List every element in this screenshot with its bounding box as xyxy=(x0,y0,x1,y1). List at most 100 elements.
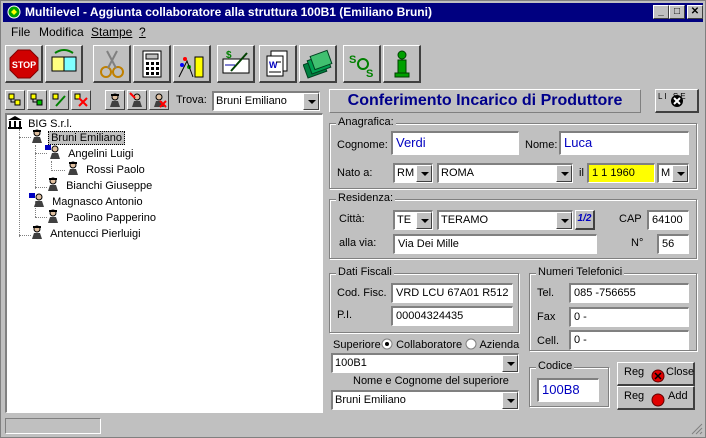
radio-collaboratore[interactable]: Collaboratore xyxy=(381,338,462,351)
chemistry-button[interactable] xyxy=(173,45,211,83)
chevron-down-icon[interactable] xyxy=(502,355,518,372)
stop-button[interactable]: STOP xyxy=(5,45,43,83)
tree-node[interactable]: Bianchi Giuseppe xyxy=(45,177,154,193)
menu-stampe[interactable]: Stampe xyxy=(91,25,132,39)
nascita-provincia-value: RM xyxy=(397,167,415,179)
tree-node[interactable]: Angelini Luigi xyxy=(45,145,136,161)
sos-button[interactable]: S S xyxy=(343,45,381,83)
via-field[interactable]: Via Dei Mille xyxy=(393,234,597,254)
menu-modifica[interactable]: Modifica xyxy=(39,25,84,39)
check-button[interactable]: $ xyxy=(217,45,255,83)
close-window-button[interactable]: ✕ xyxy=(687,5,703,19)
nome-label: Nome: xyxy=(525,139,558,151)
chevron-down-icon[interactable] xyxy=(502,392,518,409)
tree-node[interactable]: Bruni Emiliano xyxy=(29,129,125,145)
cognome-label: Cognome: xyxy=(337,139,388,151)
radio-azienda[interactable]: Azienda xyxy=(465,338,519,351)
agent-icon xyxy=(29,193,44,207)
reg-close-label-b: Close xyxy=(666,366,695,378)
nascita-comune-value: ROMA xyxy=(441,167,474,179)
tree-node[interactable]: Paolino Papperino xyxy=(45,209,158,225)
tree-node[interactable]: Rossi Paolo xyxy=(65,161,147,177)
calculator-button[interactable] xyxy=(133,45,171,83)
tree-expand-icon xyxy=(8,93,21,106)
reg-add-label-b: Add xyxy=(668,390,688,402)
chevron-down-icon[interactable] xyxy=(416,165,432,182)
find-combo[interactable]: Bruni Emiliano xyxy=(212,91,320,111)
reg-add-button[interactable]: Reg Add xyxy=(617,386,695,410)
status-bar xyxy=(5,418,101,434)
menu-bar: File Modifica Stampe ? xyxy=(3,23,703,41)
minimize-button[interactable]: _ xyxy=(653,5,669,19)
sos-icon: S S xyxy=(349,54,373,79)
superiore-nome-combo[interactable]: Bruni Emiliano xyxy=(331,390,519,410)
close-form-button[interactable]: LI SE xyxy=(655,89,699,113)
superiore-codice-combo[interactable]: 100B1 xyxy=(331,353,519,373)
document-icon: W xyxy=(266,50,288,77)
via-label: alla via: xyxy=(339,237,377,249)
chevron-down-icon[interactable] xyxy=(556,165,572,182)
data-nascita-field[interactable]: 1 1 1960 xyxy=(587,163,655,183)
find-value: Bruni Emiliano xyxy=(216,95,287,107)
check-icon: $ xyxy=(222,50,250,74)
nascita-provincia-combo[interactable]: RM xyxy=(393,163,433,183)
stop-icon: STOP xyxy=(9,49,39,79)
codice-field[interactable]: 100B8 xyxy=(537,378,599,402)
tree-expand-button[interactable] xyxy=(5,90,25,110)
money-button[interactable] xyxy=(299,45,337,83)
resize-grip-icon[interactable] xyxy=(691,423,703,435)
reg-close-button[interactable]: Reg Close xyxy=(617,362,695,386)
chevron-down-icon[interactable] xyxy=(416,212,432,229)
tree-collapse-icon xyxy=(30,93,43,106)
tel-field[interactable]: 085 -756655 xyxy=(569,283,689,303)
cap-field[interactable]: 64100 xyxy=(647,210,689,230)
residenza-comune-combo[interactable]: TERAMO xyxy=(437,210,573,230)
nascita-comune-combo[interactable]: ROMA xyxy=(437,163,573,183)
fax-field[interactable]: 0 - xyxy=(569,307,689,327)
window-title: Multilevel - Aggiunta collaboratore alla… xyxy=(25,5,432,19)
structure-tree[interactable]: BIG S.r.l. Bruni Emiliano Angelini Luigi… xyxy=(5,113,323,413)
radio-azienda-label: Azienda xyxy=(479,339,520,351)
link-icon xyxy=(51,49,77,72)
menu-help[interactable]: ? xyxy=(139,25,146,39)
tree-node[interactable]: Magnasco Antonio xyxy=(29,193,145,209)
cf-label: Cod. Fisc. xyxy=(337,287,387,299)
app-icon xyxy=(7,5,21,19)
cf-field[interactable]: VRD LCU 67A01 R512 xyxy=(391,283,513,303)
link-button[interactable] xyxy=(45,45,83,83)
half-button[interactable]: 1/2 xyxy=(575,210,595,230)
agent-add-button[interactable] xyxy=(127,90,147,110)
tree-node-label: Magnasco Antonio xyxy=(52,196,143,208)
nome-field[interactable]: Luca xyxy=(559,131,689,155)
maximize-button[interactable]: □ xyxy=(669,5,685,19)
il-label: il xyxy=(579,167,584,179)
agent-remove-button[interactable] xyxy=(149,90,169,110)
tree-delete-button[interactable] xyxy=(71,90,91,110)
chevron-down-icon[interactable] xyxy=(556,212,572,229)
agent-remove-icon xyxy=(154,93,167,108)
document-button[interactable]: W xyxy=(259,45,297,83)
chevron-down-icon[interactable] xyxy=(672,165,688,182)
tree-node-label: Angelini Luigi xyxy=(68,148,134,160)
citta-label: Città: xyxy=(339,213,365,225)
tree-edit-button[interactable] xyxy=(49,90,69,110)
menu-file[interactable]: File xyxy=(11,25,30,39)
cut-button[interactable] xyxy=(93,45,131,83)
info-button[interactable] xyxy=(383,45,421,83)
chevron-down-icon[interactable] xyxy=(303,93,319,110)
fax-label: Fax xyxy=(537,311,556,323)
pi-field[interactable]: 00004324435 xyxy=(391,306,513,326)
record-icon xyxy=(651,393,665,407)
find-label: Trova: xyxy=(176,94,207,106)
svg-text:S: S xyxy=(349,54,356,66)
tree-collapse-button[interactable] xyxy=(27,90,47,110)
sesso-combo[interactable]: M xyxy=(657,163,689,183)
numero-field[interactable]: 56 xyxy=(657,234,689,254)
cognome-field[interactable]: Verdi xyxy=(391,131,519,155)
residenza-provincia-combo[interactable]: TE xyxy=(393,210,433,230)
cell-field[interactable]: 0 - xyxy=(569,330,689,350)
radio-collaboratore-label: Collaboratore xyxy=(396,339,463,351)
agent-button[interactable] xyxy=(105,90,125,110)
tree-node[interactable]: Antenucci Pierluigi xyxy=(29,225,143,241)
nato-label: Nato a: xyxy=(337,167,373,179)
